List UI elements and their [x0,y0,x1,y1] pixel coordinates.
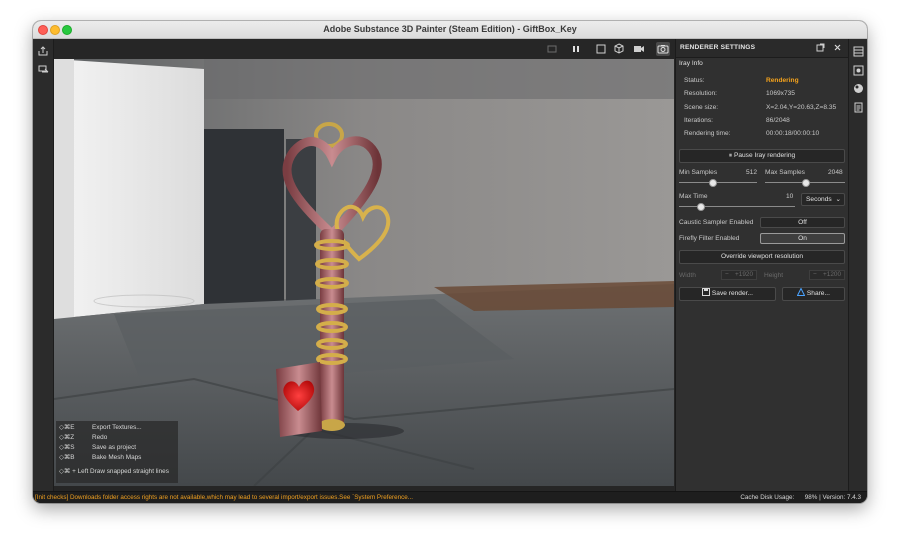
caustic-label: Caustic Sampler Enabled [679,219,754,226]
3d-viewport[interactable]: ◇⌘E Export Textures... ◇⌘Z Redo ◇⌘S Save as… [54,59,674,486]
share-button[interactable]: Share... [782,287,845,301]
info-label: Iterations: [684,117,713,124]
pause-icon: ⏸ [728,152,733,159]
max-samples-value: 2048 [828,169,843,176]
firefly-toggle[interactable]: On [760,233,845,244]
width-field[interactable]: − +1920 [721,270,757,280]
camera-video-icon[interactable] [632,42,646,56]
status-value: Rendering [766,77,799,84]
time-unit-select[interactable]: Seconds ⌄ [801,193,845,206]
renderer-settings-panel: RENDERER SETTINGS Iray Info Status: Rend… [675,39,848,491]
caustic-toggle[interactable]: Off [760,217,845,228]
max-time-slider[interactable] [679,203,795,211]
firefly-label: Firefly Filter Enabled [679,235,740,242]
min-samples-value: 512 [746,169,758,176]
shortcut-row: ◇⌘S Save as project [59,444,137,451]
share-icon [796,287,807,297]
pause-icon[interactable] [569,42,583,56]
save-render-button[interactable]: Save render... [679,287,776,301]
info-label: Scene size: [684,104,719,111]
rendering-time-value: 00:00:18/00:00:10 [766,130,820,137]
height-label: Height [764,272,784,279]
info-label: Resolution: [684,90,717,97]
shortcut-row: ◇⌘E Export Textures... [59,424,142,431]
viewport-toolbar [54,39,674,59]
save-icon [702,288,712,297]
height-field[interactable]: − +1200 [809,270,845,280]
solo-icon[interactable] [545,42,559,56]
width-label: Width [679,272,696,279]
shortcut-hints: ◇⌘E Export Textures... ◇⌘Z Redo ◇⌘S Save as… [56,421,178,483]
slider-knob[interactable] [709,179,718,187]
left-toolbar [33,39,54,491]
max-samples-slider[interactable] [765,179,845,187]
app-window: Adobe Substance 3D Painter (Steam Editio… [33,21,867,503]
min-samples-slider[interactable] [679,179,757,187]
min-samples-label: Min Samples [679,169,718,176]
notes-icon[interactable] [853,102,864,113]
shortcut-row: ◇⌘B Bake Mesh Maps [59,454,142,461]
bake-icon[interactable] [37,63,49,75]
iterations-value: 86/2048 [766,117,790,124]
screenshot-icon[interactable] [656,42,670,56]
shortcut-row: ◇⌘ + Left Draw snapped straight lines [59,468,169,475]
undock-icon[interactable] [815,42,826,53]
max-time-value: 10 [786,193,794,200]
override-resolution-button[interactable]: Override viewport resolution [679,250,845,264]
chevron-down-icon: ⌄ [835,196,841,203]
slider-knob[interactable] [697,203,706,211]
panel-title: RENDERER SETTINGS [680,44,756,51]
panel-header: RENDERER SETTINGS [676,39,848,58]
cube-icon[interactable] [612,42,626,56]
display-settings-icon[interactable] [853,65,864,76]
pause-rendering-button[interactable]: ⏸ Pause Iray rendering [679,149,845,163]
close-icon[interactable] [832,42,843,53]
layers-icon[interactable] [853,46,864,57]
max-time-label: Max Time [679,193,708,200]
cache-disk-usage: Cache Disk Usage: 98% | Version: 7.4.3 [740,494,861,501]
status-bar: [Init checks] Downloads folder access ri… [33,491,867,503]
init-checks-warning[interactable]: [Init checks] Downloads folder access ri… [35,494,413,501]
resolution-value: 1069x735 [766,90,795,97]
slider-knob[interactable] [802,179,811,187]
max-samples-label: Max Samples [765,169,805,176]
info-label: Rendering time: [684,130,731,137]
scene-size-value: X=2.04,Y=20.63,Z=8.35 [766,104,837,111]
frame-icon[interactable] [594,42,608,56]
renderer-icon[interactable] [853,83,864,94]
section-title: Iray Info [679,60,703,67]
window-title: Adobe Substance 3D Painter (Steam Editio… [323,24,577,34]
export-icon[interactable] [37,45,49,57]
shortcut-row: ◇⌘Z Redo [59,434,108,441]
title-bar: Adobe Substance 3D Painter (Steam Editio… [33,21,867,39]
right-toolbar [848,39,867,491]
info-label: Status: [684,77,705,84]
